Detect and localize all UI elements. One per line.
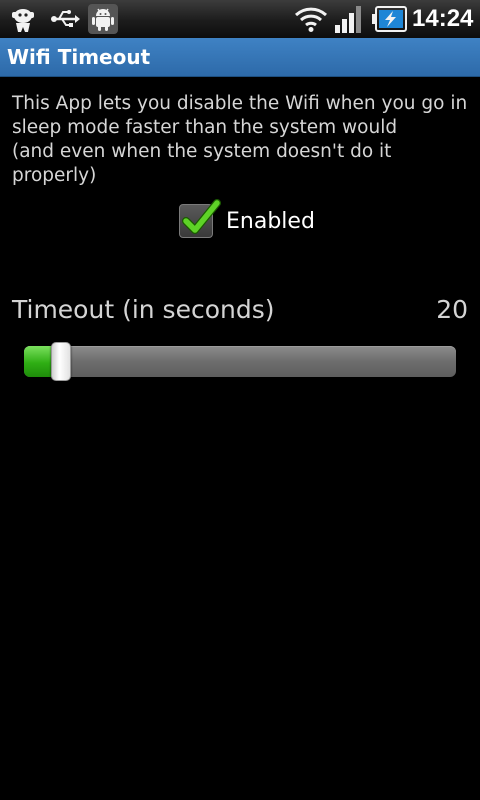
title-bar: Wifi Timeout: [0, 38, 480, 77]
enabled-checkbox[interactable]: [179, 199, 221, 238]
description-line: This App lets you disable the Wifi when …: [12, 93, 468, 114]
status-bar: 14:24: [0, 0, 480, 39]
description-line: sleep mode faster than the system would: [12, 117, 398, 138]
description-line: properly): [12, 165, 97, 186]
android-debug-icon: [88, 4, 118, 34]
timeout-value: 20: [436, 295, 468, 324]
slider-thumb[interactable]: [51, 342, 71, 381]
status-clock: 14:24: [412, 5, 474, 32]
usb-icon: [50, 4, 80, 34]
wifi-icon: [294, 5, 328, 33]
timeout-slider[interactable]: [24, 342, 456, 381]
app-title: Wifi Timeout: [7, 45, 151, 69]
signal-icon: [334, 5, 364, 33]
enabled-label: Enabled: [226, 209, 315, 234]
app-description: This App lets you disable the Wifi when …: [12, 92, 472, 188]
checkmark-icon: [182, 199, 221, 234]
timeout-label: Timeout (in seconds): [12, 295, 275, 324]
description-line: (and even when the system doesn't do it: [12, 141, 392, 162]
developer-mascot-icon: [8, 4, 38, 34]
slider-track[interactable]: [24, 346, 456, 377]
battery-charging-icon: [372, 5, 408, 33]
